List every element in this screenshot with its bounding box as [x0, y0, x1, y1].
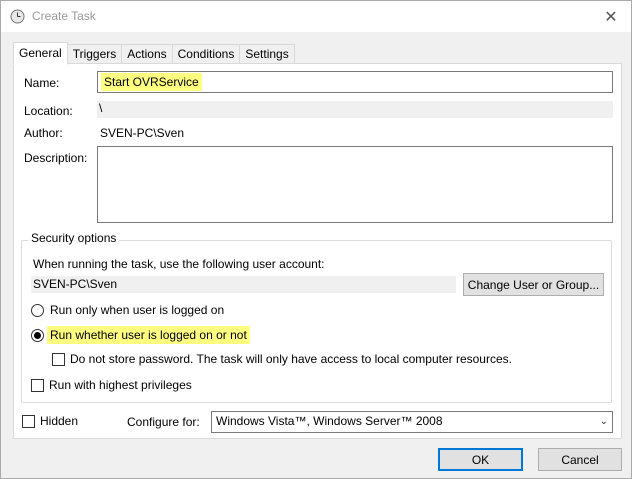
- author-label: Author:: [24, 126, 63, 140]
- run-logged-on-label: Run only when user is logged on: [50, 303, 225, 317]
- ok-button[interactable]: OK: [438, 448, 523, 471]
- hidden-checkbox[interactable]: [22, 415, 35, 428]
- no-store-password-checkbox[interactable]: [52, 353, 65, 366]
- account-value: SVEN-PC\Sven: [31, 276, 456, 293]
- chevron-down-icon: ⌄: [599, 416, 608, 427]
- location-value: \: [97, 101, 613, 118]
- run-logged-on-radio[interactable]: [31, 304, 44, 317]
- highest-privileges-checkbox[interactable]: [31, 379, 44, 392]
- tab-conditions[interactable]: Conditions: [172, 44, 241, 64]
- configure-for-select[interactable]: Windows Vista™, Windows Server™ 2008 ⌄: [211, 411, 613, 433]
- configure-for-value: Windows Vista™, Windows Server™ 2008: [216, 414, 443, 428]
- run-whether-radio[interactable]: [31, 329, 44, 342]
- close-icon: ✕: [604, 8, 618, 26]
- cancel-button[interactable]: Cancel: [538, 448, 622, 471]
- tab-general[interactable]: General: [13, 42, 68, 65]
- name-field[interactable]: Start OVRService: [97, 71, 613, 93]
- general-panel: Name: Start OVRService Location: \ Autho…: [13, 63, 622, 439]
- close-button[interactable]: ✕: [591, 1, 631, 32]
- description-label: Description:: [24, 151, 88, 165]
- configure-for-label: Configure for:: [127, 415, 200, 429]
- location-label: Location:: [24, 104, 73, 118]
- title-bar: Create Task ✕: [1, 1, 631, 32]
- tab-settings[interactable]: Settings: [240, 44, 295, 64]
- no-store-password-label: Do not store password. The task will onl…: [70, 352, 512, 366]
- highest-privileges-label: Run with highest privileges: [49, 378, 192, 392]
- author-value: SVEN-PC\Sven: [100, 126, 185, 140]
- clock-icon: [10, 9, 25, 24]
- description-field[interactable]: [97, 146, 613, 223]
- hidden-label: Hidden: [40, 414, 79, 428]
- tab-triggers[interactable]: Triggers: [67, 44, 123, 64]
- account-prompt: When running the task, use the following…: [33, 257, 325, 271]
- name-label: Name:: [24, 76, 60, 90]
- tab-strip: General Triggers Actions Conditions Sett…: [13, 42, 295, 65]
- name-field-value: Start OVRService: [101, 73, 202, 91]
- change-user-button[interactable]: Change User or Group...: [463, 273, 604, 296]
- window-title: Create Task: [32, 9, 96, 23]
- run-whether-label: Run whether user is logged on or not: [47, 326, 250, 344]
- security-options-title: Security options: [28, 231, 120, 245]
- tab-actions[interactable]: Actions: [122, 44, 173, 64]
- create-task-window: Create Task ✕ General Triggers Actions C…: [0, 0, 632, 479]
